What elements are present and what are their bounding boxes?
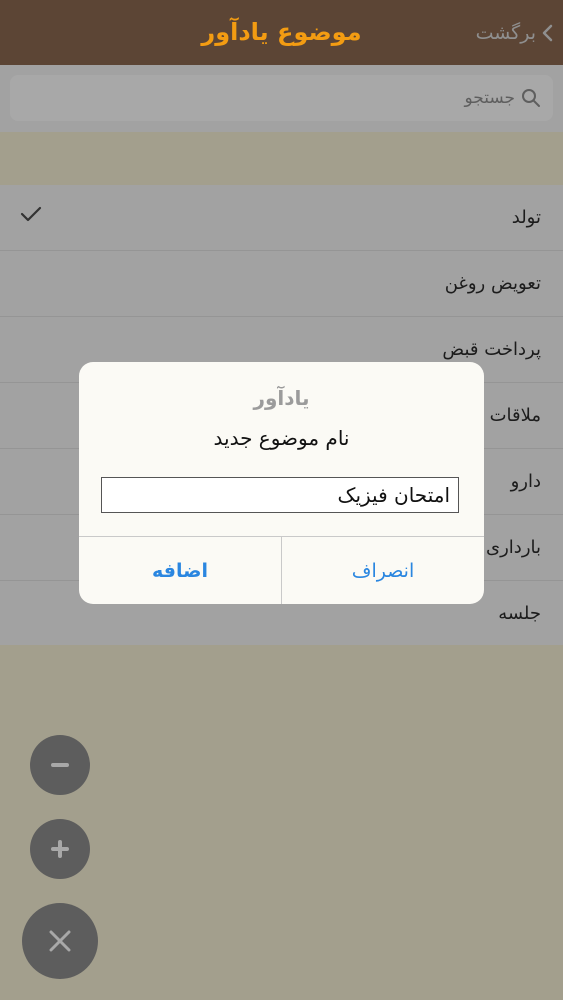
minus-button[interactable] xyxy=(30,735,90,795)
close-icon xyxy=(49,930,71,952)
dialog-buttons: اضافه انصراف xyxy=(79,536,484,604)
dialog-title: یادآور xyxy=(253,386,310,410)
cancel-button[interactable]: انصراف xyxy=(281,537,484,604)
add-subject-dialog: یادآور نام موضوع جدید اضافه انصراف xyxy=(79,362,484,604)
list-item-label: پرداخت قبض xyxy=(442,339,541,360)
add-button-dialog[interactable]: اضافه xyxy=(79,537,281,604)
nav-bar: موضوع یادآور برگشت xyxy=(0,0,563,65)
back-button[interactable]: برگشت xyxy=(476,0,553,65)
add-button[interactable] xyxy=(30,819,90,879)
subject-name-input[interactable] xyxy=(101,477,459,513)
list-item[interactable]: تولد xyxy=(0,185,563,251)
dialog-message: نام موضوع جدید xyxy=(213,426,350,450)
back-label: برگشت xyxy=(475,21,536,44)
list-item-label: تولد xyxy=(511,207,541,228)
list-item-label: جلسه xyxy=(498,603,541,624)
plus-icon xyxy=(51,840,69,858)
chevron-left-icon xyxy=(542,24,553,42)
search-icon xyxy=(521,88,541,108)
list-item-label: دارو xyxy=(510,471,541,492)
minus-icon xyxy=(51,763,69,767)
list-item-label: ملاقات xyxy=(489,405,541,426)
checkmark-icon xyxy=(20,205,42,228)
list-item-label: بارداری xyxy=(486,537,541,558)
search-bar: جستجو xyxy=(0,65,563,132)
list-item-label: تعویض روغن xyxy=(444,273,541,294)
list-item[interactable]: تعویض روغن xyxy=(0,251,563,317)
search-placeholder: جستجو xyxy=(464,88,515,108)
close-menu-button[interactable] xyxy=(22,903,98,979)
search-input[interactable]: جستجو xyxy=(10,75,553,121)
header-band xyxy=(0,132,563,185)
